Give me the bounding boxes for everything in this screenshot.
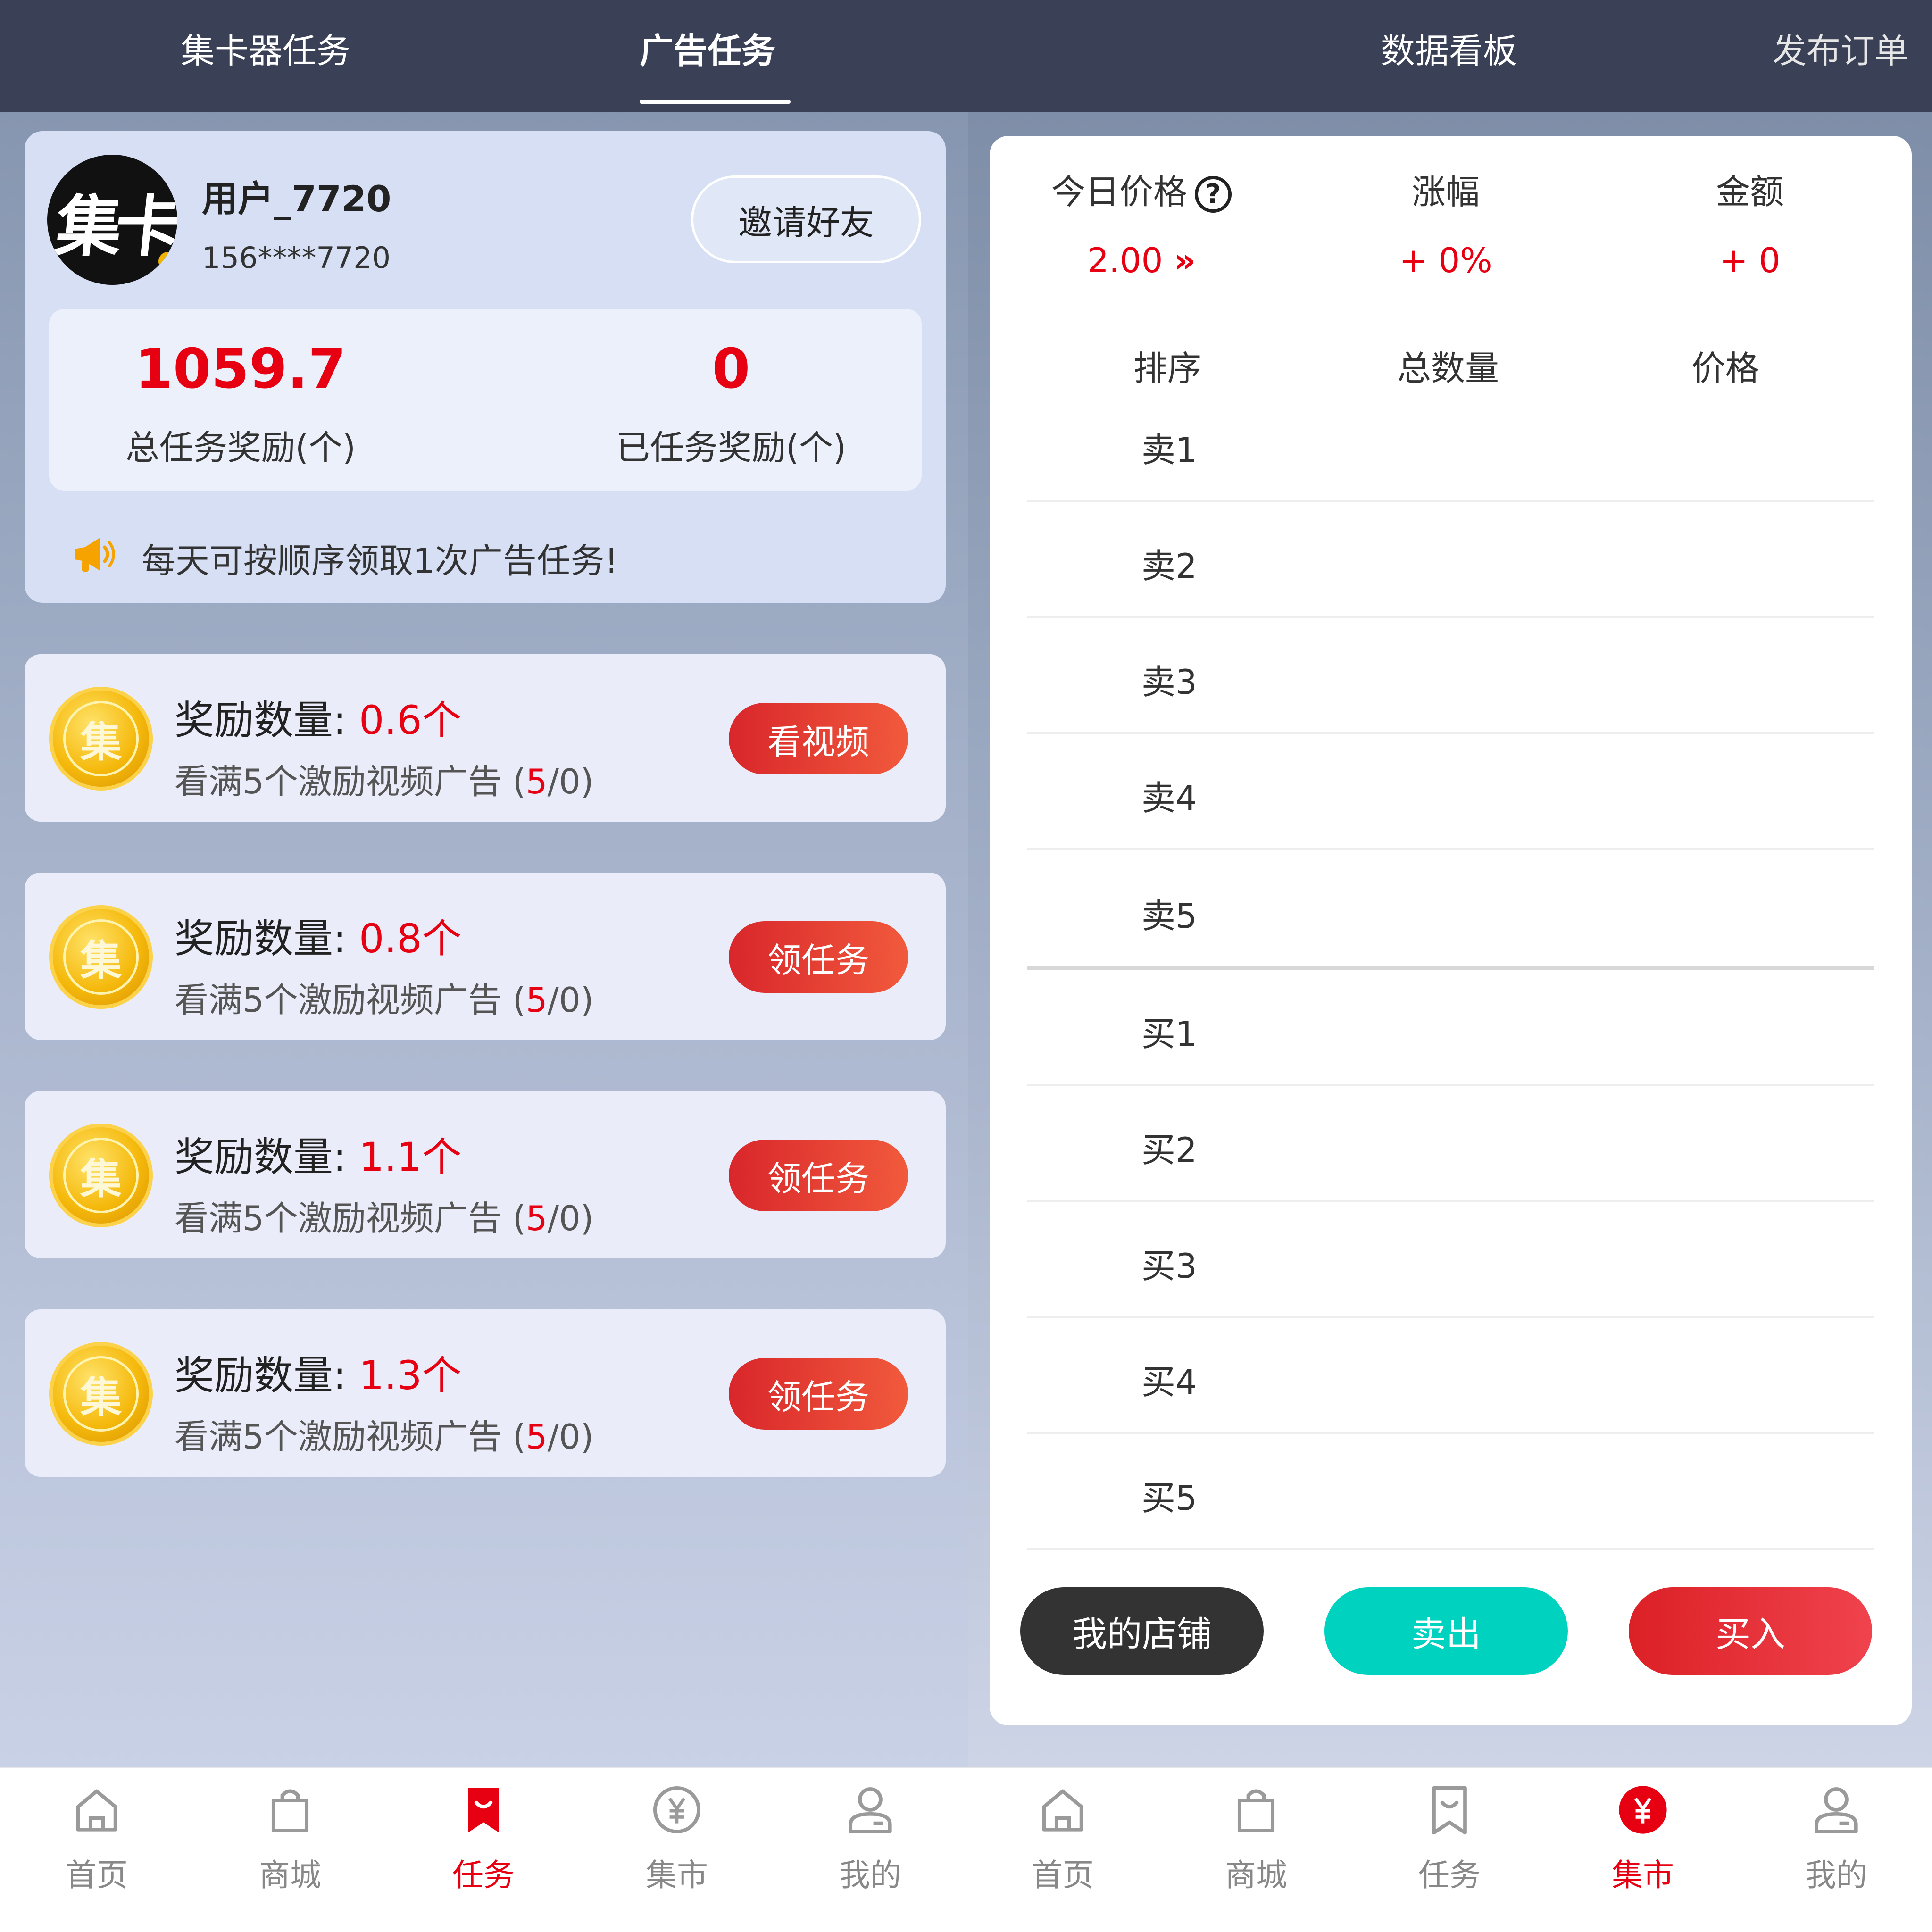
sell-button[interactable]: 卖出 <box>1324 1587 1568 1675</box>
sell-row[interactable]: 卖5 <box>1027 850 1874 966</box>
nav-market[interactable]: 集市 <box>1572 1778 1714 1920</box>
buy-row[interactable]: 买5 <box>1027 1434 1874 1550</box>
done-reward-label: 已任务奖励(个) <box>616 428 847 467</box>
left-top-tabbar: 集卡器任务 广告任务 <box>0 0 968 112</box>
task-reward: 奖励数量: 0.8个 <box>175 916 462 962</box>
home-icon <box>76 1789 117 1832</box>
done-reward-value: 0 <box>712 337 750 401</box>
buy-row[interactable]: 买2 <box>1027 1086 1874 1202</box>
daily-notice: 每天可按顺序领取1次广告任务! <box>142 541 618 581</box>
sell-row[interactable]: 卖1 <box>1027 386 1874 502</box>
buy-row[interactable]: 买4 <box>1027 1318 1874 1434</box>
bag-icon <box>271 1789 309 1832</box>
task-description: 看满5个激励视频广告 (5/0) <box>175 980 594 1020</box>
active-tab-indicator <box>640 100 791 104</box>
nav-mine[interactable]: 我的 <box>1765 1778 1907 1920</box>
my-shop-button[interactable]: 我的店铺 <box>1020 1587 1264 1675</box>
claim-task-button[interactable]: 领任务 <box>729 1358 908 1430</box>
nav-tasks[interactable]: 任务 <box>1379 1778 1520 1920</box>
double-chevron-icon: » <box>1174 241 1196 280</box>
task-reward: 奖励数量: 1.1个 <box>175 1134 462 1180</box>
claim-task-button[interactable]: 领任务 <box>729 1140 908 1211</box>
invite-friends-button[interactable]: 邀请好友 <box>691 175 921 263</box>
order-book-divider <box>1027 966 1874 970</box>
task-reward: 奖励数量: 1.3个 <box>175 1352 462 1399</box>
coin-icon: 集 <box>49 905 153 1009</box>
nav-home[interactable]: 首页 <box>992 1778 1133 1920</box>
tab-ad-tasks[interactable]: 广告任务 <box>640 34 775 68</box>
task-description: 看满5个激励视频广告 (5/0) <box>175 1199 594 1238</box>
tab-data-dashboard[interactable]: 数据看板 <box>1381 34 1517 68</box>
yuan-coin-icon <box>653 1786 701 1834</box>
change-header: 涨幅 <box>1411 172 1480 212</box>
amount-value: + 0 <box>1719 241 1781 280</box>
phone-number: 156****7720 <box>202 241 391 275</box>
total-reward-value: 1059.7 <box>135 337 346 401</box>
watch-video-button[interactable]: 看视频 <box>729 703 908 774</box>
coin-icon: 集 <box>49 1124 153 1227</box>
buy-button[interactable]: 买入 <box>1629 1587 1872 1675</box>
sell-row[interactable]: 卖2 <box>1027 502 1874 618</box>
nav-mall[interactable]: 商城 <box>1185 1778 1327 1920</box>
right-top-tabbar: 数据看板 发布订单 <box>968 0 1932 112</box>
buy-row[interactable]: 买3 <box>1027 1202 1874 1318</box>
megaphone-icon <box>75 538 115 572</box>
user-icon <box>1815 1787 1858 1834</box>
yuan-coin-icon <box>1619 1786 1667 1834</box>
home-icon <box>1042 1789 1083 1832</box>
coin-icon: 集 <box>49 1342 153 1446</box>
amount-header: 金额 <box>1715 172 1784 212</box>
claim-task-button[interactable]: 领任务 <box>729 921 908 993</box>
tab-card-collector-tasks[interactable]: 集卡器任务 <box>181 34 350 68</box>
bookmark-icon <box>1432 1786 1467 1835</box>
avatar-badge <box>158 252 177 271</box>
tab-publish-order[interactable]: 发布订单 <box>1773 34 1908 68</box>
column-total-quantity: 总数量 <box>1397 349 1499 388</box>
column-price: 价格 <box>1691 349 1759 388</box>
buy-row[interactable]: 买1 <box>1027 970 1874 1086</box>
user-icon <box>849 1787 892 1834</box>
coin-icon: 集 <box>49 687 153 791</box>
task-description: 看满5个激励视频广告 (5/0) <box>175 762 594 801</box>
nav-mine[interactable]: 我的 <box>799 1778 941 1920</box>
today-price-header: 今日价格? <box>1028 164 1255 214</box>
total-reward-label: 总任务奖励(个) <box>125 428 356 467</box>
nav-tasks[interactable]: 任务 <box>413 1778 554 1920</box>
avatar[interactable]: 集卡 <box>47 155 177 285</box>
username: 用户_7720 <box>202 178 391 220</box>
nav-mall[interactable]: 商城 <box>219 1778 361 1920</box>
sell-row[interactable]: 卖3 <box>1027 618 1874 734</box>
task-description: 看满5个激励视频广告 (5/0) <box>175 1417 594 1457</box>
task-reward: 奖励数量: 0.6个 <box>175 697 462 743</box>
bookmark-icon <box>468 1788 499 1833</box>
column-rank: 排序 <box>1133 349 1201 388</box>
nav-home[interactable]: 首页 <box>26 1778 167 1920</box>
avatar-logo-text: 集卡 <box>52 189 177 266</box>
bag-icon <box>1237 1789 1275 1832</box>
nav-market[interactable]: 集市 <box>606 1778 748 1920</box>
help-icon[interactable]: ? <box>1195 176 1232 213</box>
today-price-value[interactable]: 2.00 » <box>1028 241 1255 280</box>
change-value: + 0% <box>1399 241 1492 280</box>
sell-row[interactable]: 卖4 <box>1027 734 1874 850</box>
